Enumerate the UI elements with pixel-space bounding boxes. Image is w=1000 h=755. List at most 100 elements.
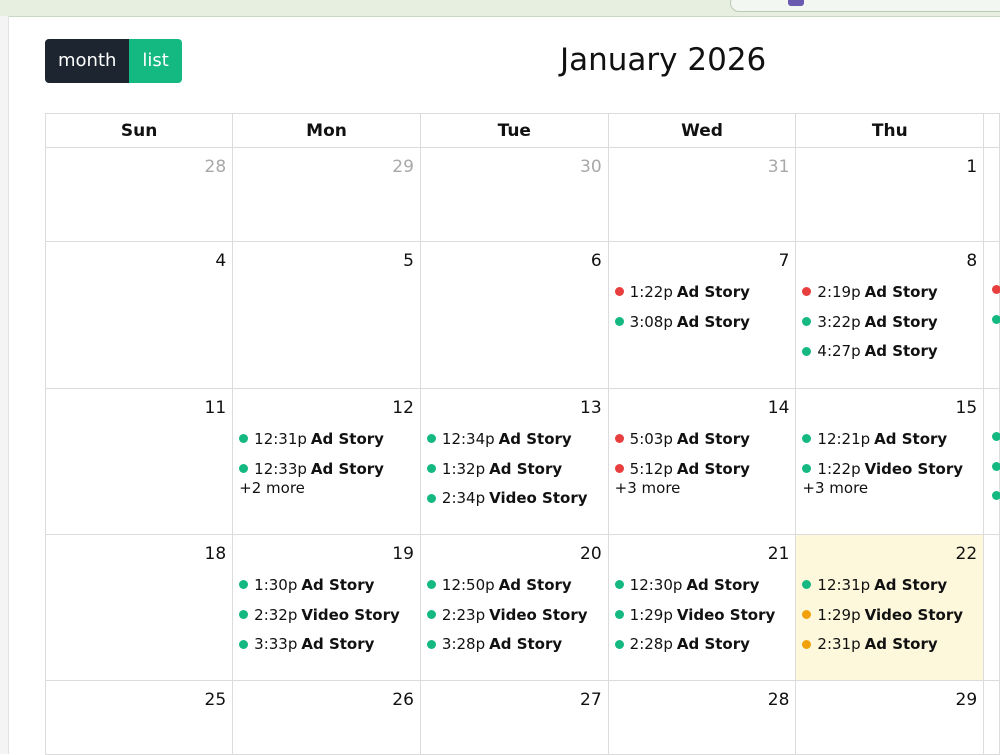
day-cell-clipped[interactable] (983, 534, 1000, 681)
day-number[interactable]: 6 (421, 242, 608, 277)
event-dot-icon (992, 285, 1000, 294)
day-cell-clipped[interactable] (983, 680, 1000, 755)
day-cell[interactable]: 5 (232, 241, 421, 389)
event-title: Video Story (489, 605, 588, 624)
day-cell[interactable]: 8 2:19p Ad Story 3:22p Ad Story 4:27p Ad Story (795, 241, 985, 389)
event-item[interactable]: 1:29p Video Story (609, 600, 796, 630)
day-number[interactable]: 28 (46, 148, 232, 183)
more-events-link[interactable]: +3 more (796, 479, 983, 497)
event-title: Ad Story (498, 429, 572, 448)
day-number[interactable]: 30 (421, 148, 608, 183)
event-item[interactable]: 12:50p Ad Story (421, 570, 608, 600)
day-cell[interactable]: 20 12:50p Ad Story 2:23p Video Story 3:28p Ad … (419, 534, 609, 681)
event-dot-icon (992, 314, 1000, 324)
day-number[interactable]: 25 (46, 681, 232, 716)
event-item[interactable]: 12:30p Ad Story (609, 570, 796, 600)
day-number[interactable]: 13 (421, 389, 608, 424)
browser-tab[interactable] (730, 0, 1000, 12)
day-number[interactable]: 15 (796, 389, 983, 424)
day-cell[interactable]: 29 (795, 680, 985, 755)
event-dot-icon (614, 287, 624, 297)
day-number[interactable]: 1 (796, 148, 983, 183)
day-cell[interactable]: 12 12:31p Ad Story 12:33p Ad Story +2 more (232, 388, 421, 535)
event-item[interactable]: 12:21p Ad Story (796, 424, 983, 454)
day-number[interactable]: 20 (421, 535, 608, 570)
event-item[interactable]: 5:03p Ad Story (609, 424, 796, 454)
day-number[interactable]: 14 (609, 389, 796, 424)
event-dot-icon (802, 317, 812, 327)
event-item[interactable]: 3:08p Ad Story (609, 307, 796, 337)
event-item[interactable]: 3:28p Ad Story (421, 629, 608, 659)
day-cell[interactable]: 26 (232, 680, 421, 755)
event-item[interactable]: 3:22p Ad Story (796, 307, 983, 337)
day-cell[interactable]: 28 (607, 680, 797, 755)
event-time: 1:22p (817, 459, 861, 478)
event-item[interactable]: 2:28p Ad Story (609, 629, 796, 659)
day-cell[interactable]: 18 (44, 534, 234, 681)
event-title: Video Story (864, 605, 964, 624)
day-number[interactable]: 21 (609, 535, 796, 570)
event-item[interactable]: 12:31p Ad Story (796, 570, 983, 600)
event-item[interactable]: 4:27p Ad Story (796, 336, 983, 366)
day-number[interactable]: 4 (46, 242, 232, 277)
week-row: 25 26 27 28 29 (44, 680, 1000, 755)
day-cell-clipped[interactable] (983, 147, 1000, 242)
day-number[interactable]: 27 (421, 681, 608, 716)
day-cell[interactable]: 21 12:30p Ad Story 1:29p Video Story 2:28p Ad … (607, 534, 797, 681)
day-cell[interactable]: 31 (607, 147, 797, 242)
event-time: 1:22p (629, 282, 673, 301)
event-item[interactable]: 2:34p Video Story (421, 483, 608, 513)
more-events-link[interactable]: +2 more (233, 479, 420, 497)
event-item[interactable]: 12:34p Ad Story (421, 424, 608, 454)
day-cell[interactable]: 13 12:34p Ad Story 1:32p Ad Story 2:34p Video … (419, 388, 609, 535)
day-number[interactable]: 29 (796, 681, 983, 716)
day-number[interactable]: 7 (609, 242, 796, 277)
day-cell[interactable]: 11 (44, 388, 234, 535)
event-item[interactable]: 1:32p Ad Story (421, 454, 608, 484)
weekday-header: Wed (607, 113, 797, 148)
list-view-button[interactable]: list (129, 39, 182, 83)
event-time: 2:28p (629, 635, 673, 654)
event-time: 4:27p (817, 342, 861, 361)
day-cell[interactable]: 28 (44, 147, 234, 242)
day-number[interactable]: 18 (46, 535, 232, 570)
day-number[interactable]: 22 (796, 535, 983, 570)
day-number[interactable]: 8 (796, 242, 983, 277)
day-number[interactable]: 28 (609, 681, 796, 716)
more-events-link[interactable]: +3 more (609, 479, 796, 497)
day-number[interactable]: 31 (609, 148, 796, 183)
event-item[interactable]: 1:30p Ad Story (233, 570, 420, 600)
event-dot-icon (802, 346, 812, 356)
event-item[interactable]: 2:32p Video Story (233, 600, 420, 630)
day-cell[interactable]: 27 (419, 680, 609, 755)
event-item[interactable]: 1:22p Ad Story (609, 277, 796, 307)
event-time: 1:29p (817, 605, 861, 624)
event-time: 3:08p (629, 312, 673, 331)
event-item[interactable]: 2:19p Ad Story (796, 277, 983, 307)
day-cell[interactable]: 30 (419, 147, 609, 242)
day-number[interactable]: 5 (233, 242, 420, 277)
event-item[interactable]: 12:31p Ad Story (233, 424, 420, 454)
day-cell[interactable]: 1 (795, 147, 985, 242)
month-view-button[interactable]: month (45, 39, 130, 83)
day-number[interactable]: 26 (233, 681, 420, 716)
event-item[interactable]: 1:29p Video Story (796, 600, 983, 630)
day-number[interactable]: 19 (233, 535, 420, 570)
event-item[interactable]: 2:31p Ad Story (796, 629, 983, 659)
day-number[interactable]: 12 (233, 389, 420, 424)
event-item[interactable]: 2:23p Video Story (421, 600, 608, 630)
day-cell[interactable]: 25 (44, 680, 234, 755)
day-cell[interactable]: 29 (232, 147, 421, 242)
day-number[interactable]: 29 (233, 148, 420, 183)
day-cell[interactable]: 19 1:30p Ad Story 2:32p Video Story 3:33p Ad S… (232, 534, 421, 681)
day-cell[interactable]: 7 1:22p Ad Story 3:08p Ad Story (607, 241, 797, 389)
day-number[interactable]: 11 (46, 389, 232, 424)
day-cell[interactable]: 15 12:21p Ad Story 1:22p Video Story +3 more (795, 388, 985, 535)
event-dot-icon (426, 493, 436, 503)
day-cell[interactable]: 6 (419, 241, 609, 389)
day-cell[interactable]: 4 (44, 241, 234, 389)
event-item[interactable]: 3:33p Ad Story (233, 629, 420, 659)
day-cell[interactable]: 22 12:31p Ad Story 1:29p Video Story 2:31p Ad … (795, 534, 985, 681)
day-cell[interactable]: 14 5:03p Ad Story 5:12p Ad Story +3 more (607, 388, 797, 535)
event-title: Ad Story (301, 575, 375, 594)
